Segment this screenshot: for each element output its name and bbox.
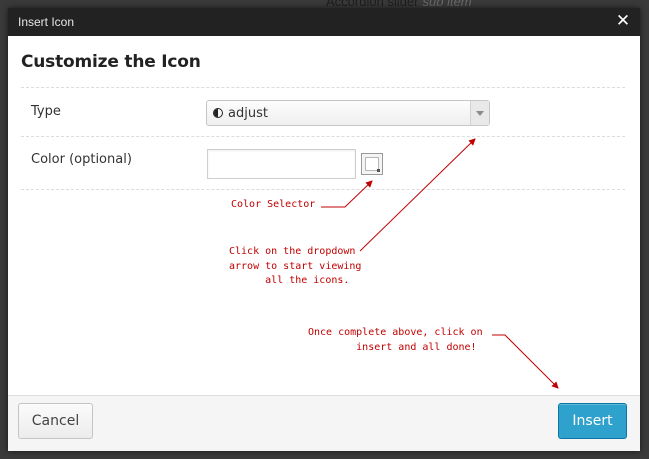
dialog-footer: Cancel Insert xyxy=(8,395,640,451)
arrow-to-dropdown xyxy=(359,138,476,252)
insert-button[interactable]: Insert xyxy=(558,403,627,439)
cancel-button[interactable]: Cancel xyxy=(18,403,93,439)
insert-icon-dialog: Insert Icon ✕ Customize the Icon Type ad… xyxy=(8,8,640,451)
annotation-arrows xyxy=(321,138,559,389)
arrow-to-swatch xyxy=(321,180,373,208)
arrow-to-insert xyxy=(492,334,559,389)
